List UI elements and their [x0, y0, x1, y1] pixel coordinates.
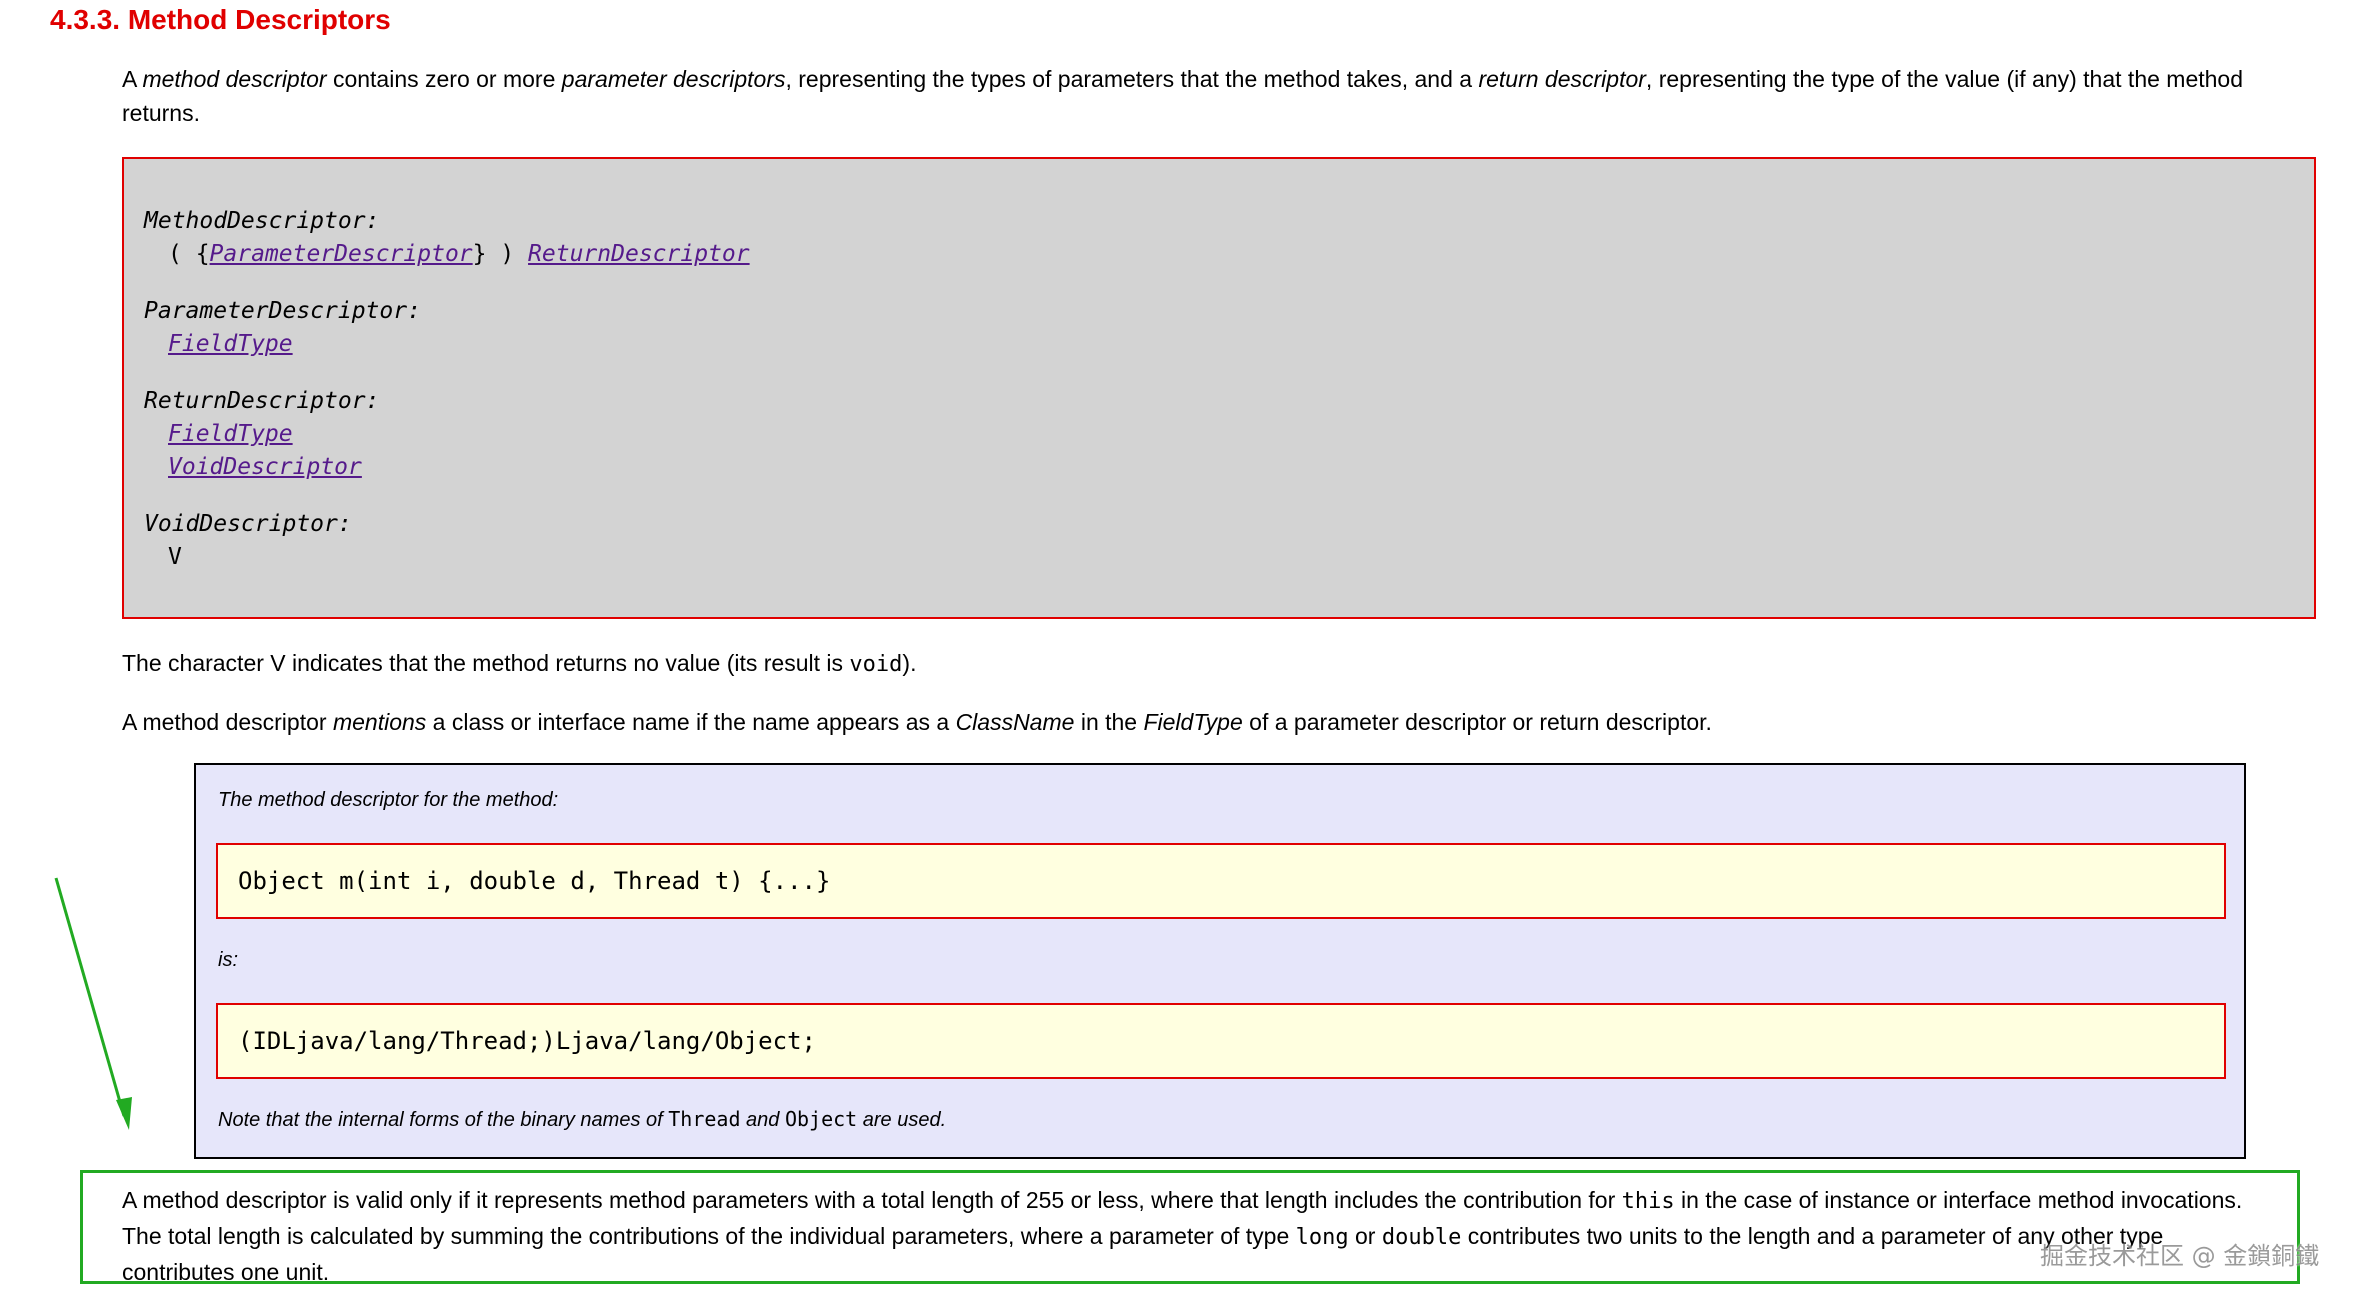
void-paragraph: The character V indicates that the metho…	[122, 646, 2262, 682]
link-field-type[interactable]: FieldType	[168, 331, 293, 357]
code-double: double	[1381, 1225, 1462, 1250]
production-rhs: FieldType	[144, 418, 2294, 451]
production-parameter-descriptor: ParameterDescriptor: FieldType	[144, 295, 2294, 361]
production-return-descriptor: ReturnDescriptor: FieldType VoidDescript…	[144, 385, 2294, 484]
section-title: 4.3.3. Method Descriptors	[50, 4, 391, 35]
intro-paragraph: A method descriptor contains zero or mor…	[122, 62, 2262, 130]
term-mentions: mentions	[332, 709, 427, 735]
production-rhs: FieldType	[144, 328, 2294, 361]
mentions-text-2: a class or interface name if the name ap…	[426, 709, 956, 735]
term-parameter-descriptors: parameter descriptors	[561, 66, 786, 92]
link-field-type[interactable]: FieldType	[168, 421, 293, 447]
arrow-shaft	[54, 877, 126, 1117]
code-long: long	[1295, 1225, 1349, 1250]
link-parameter-descriptor[interactable]: ParameterDescriptor	[210, 241, 473, 267]
code-void: void	[849, 652, 903, 677]
grammar-symbol: } )	[472, 241, 529, 267]
validity-text-1: A method descriptor is valid only if it …	[122, 1187, 1622, 1213]
code-thread: Thread	[668, 1107, 741, 1131]
example-caption: The method descriptor for the method:	[218, 789, 559, 811]
link-void-descriptor[interactable]: VoidDescriptor	[168, 454, 362, 480]
validity-paragraph: A method descriptor is valid only if it …	[122, 1183, 2262, 1289]
intro-text-2: contains zero or more	[326, 66, 562, 92]
grammar-box: MethodDescriptor: ( {ParameterDescriptor…	[122, 157, 2316, 619]
term-return-descriptor: return descriptor	[1478, 66, 1646, 92]
intro-text-1: A	[122, 66, 143, 92]
intro-text-3: , representing the types of parameters t…	[785, 66, 1479, 92]
production-rhs: V	[168, 544, 182, 570]
code-block-descriptor: (IDLjava/lang/Thread;)Ljava/lang/Object;	[216, 1003, 2226, 1079]
production-lhs: VoidDescriptor:	[144, 511, 352, 537]
note-text-2: and	[740, 1109, 785, 1131]
code-this: this	[1621, 1189, 1675, 1214]
example-box: The method descriptor for the method: Ob…	[194, 763, 2246, 1159]
code-object: Object	[784, 1107, 858, 1131]
mentions-text-3: in the	[1074, 709, 1144, 735]
grammar-symbol: ( {	[168, 241, 210, 267]
watermark: 掘金技术社区 @ 金鎖銅鐵	[2040, 1242, 2320, 1270]
production-lhs: ParameterDescriptor:	[144, 298, 421, 324]
production-rhs: VoidDescriptor	[144, 451, 2294, 484]
link-return-descriptor[interactable]: ReturnDescriptor	[528, 241, 750, 267]
mentions-text-1: A method descriptor	[122, 709, 333, 735]
production-method-descriptor: MethodDescriptor: ( {ParameterDescriptor…	[144, 205, 2294, 271]
example-note: Note that the internal forms of the bina…	[218, 1107, 946, 1132]
validity-text-3: or	[1348, 1223, 1382, 1249]
term-field-type: FieldType	[1143, 709, 1243, 735]
void-text-2: ).	[902, 650, 917, 676]
arrow-head	[116, 1097, 132, 1130]
term-method-descriptor: method descriptor	[142, 66, 327, 92]
note-text-3: are used.	[857, 1109, 947, 1131]
code-block-method: Object m(int i, double d, Thread t) {...…	[216, 843, 2226, 919]
production-void-descriptor: VoidDescriptor: V	[144, 508, 2294, 574]
note-text-1: Note that the internal forms of the bina…	[218, 1109, 669, 1131]
term-class-name: ClassName	[955, 709, 1075, 735]
mentions-paragraph: A method descriptor mentions a class or …	[122, 705, 2262, 739]
void-text-1: The character V indicates that the metho…	[122, 650, 850, 676]
production-rhs: ( {ParameterDescriptor} ) ReturnDescript…	[144, 238, 2294, 271]
mentions-text-4: of a parameter descriptor or return desc…	[1242, 709, 1712, 735]
production-lhs: ReturnDescriptor:	[144, 388, 380, 414]
example-is-label: is:	[218, 949, 238, 971]
production-lhs: MethodDescriptor:	[144, 208, 380, 234]
